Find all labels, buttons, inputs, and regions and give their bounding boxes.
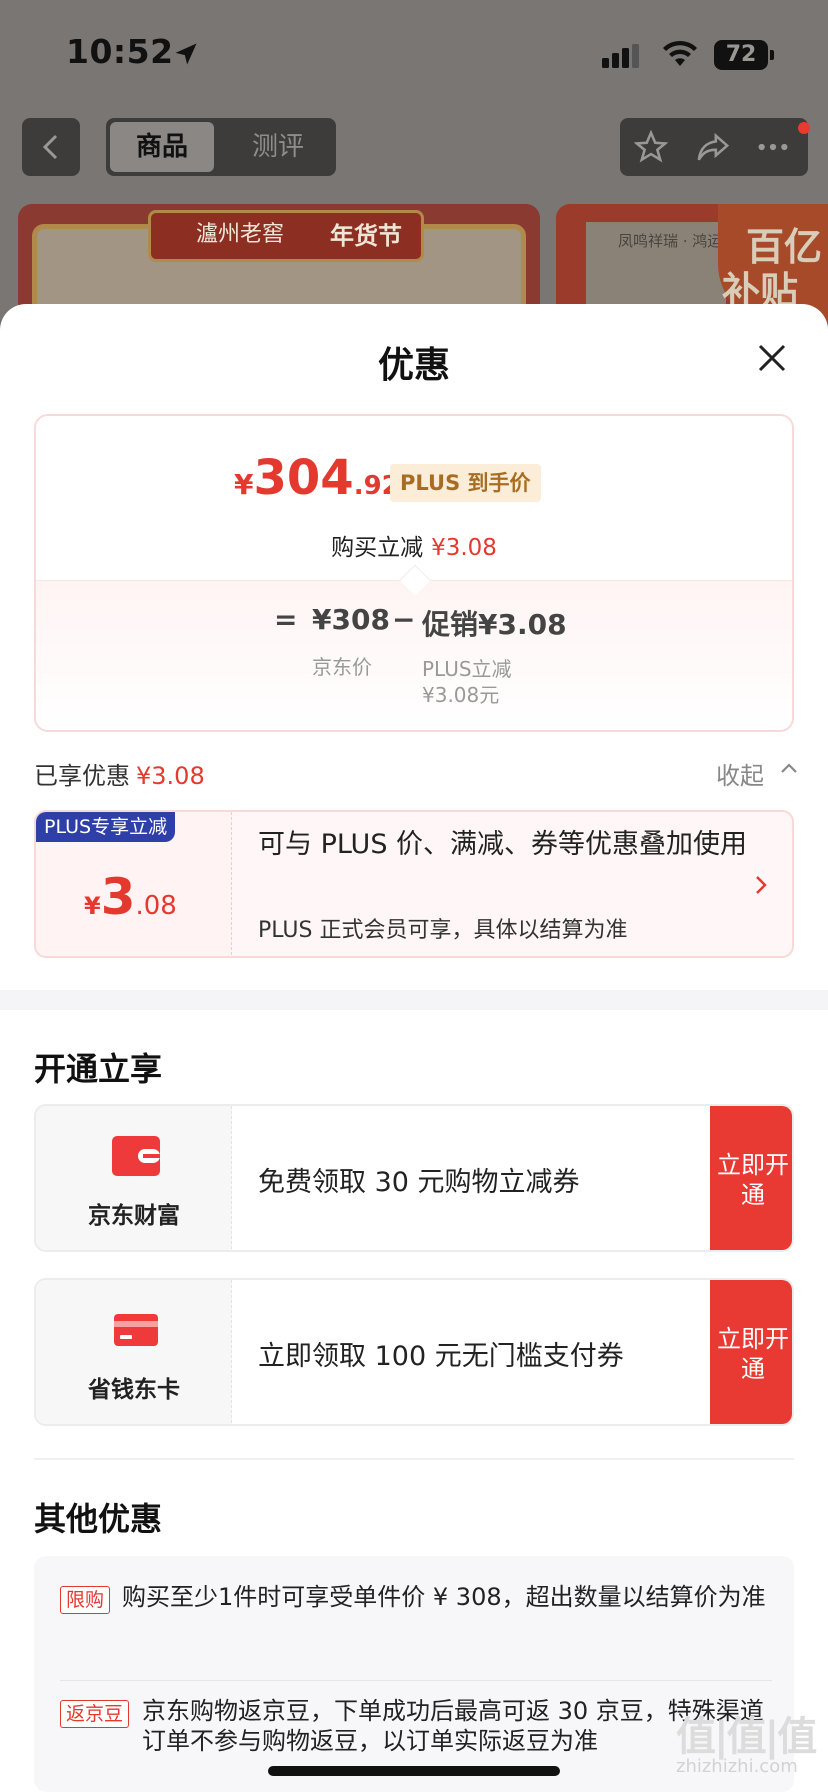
back-button[interactable]: [22, 118, 80, 176]
price-currency: ¥: [234, 468, 254, 501]
offer-tag: 返京豆: [60, 1700, 130, 1728]
section-divider: [0, 990, 828, 1010]
plus-discount-sub: PLUS 正式会员可享，具体以结算为准: [258, 918, 628, 943]
more-icon[interactable]: [756, 130, 790, 164]
tab-review[interactable]: 测评: [226, 122, 330, 172]
open-now-button[interactable]: 立即开通: [710, 1280, 792, 1424]
calc-jd-label: 京东价: [312, 655, 372, 679]
notification-dot: [798, 122, 810, 134]
nav-actions: [620, 118, 808, 176]
calc-equals: =: [274, 603, 298, 636]
buy-minus-label: 购买立减: [331, 535, 424, 561]
share-icon[interactable]: [696, 130, 730, 164]
price-calculation: = ¥308 − 促销¥3.08 京东价 PLUS立减 ¥3.08元: [36, 580, 792, 730]
open-section-title: 开通立享: [34, 1050, 163, 1088]
service-desc: 立即领取 100 元无门槛支付券: [258, 1341, 624, 1372]
tab-switcher: 商品 测评: [106, 118, 336, 176]
calc-plus-amount: ¥3.08元: [422, 683, 500, 707]
offer-row-limit: 限购 购买至少1件时可享受单件价 ¥ 308，超出数量以结算价为准: [60, 1582, 772, 1646]
location-arrow-icon: [175, 43, 197, 65]
chevron-up-icon: [781, 763, 797, 773]
sheet-title: 优惠: [377, 345, 450, 386]
plus-amount-integer: 3: [100, 868, 136, 926]
plus-amount-currency: ¥: [84, 892, 101, 920]
offer-text: 购买至少1件时可享受单件价 ¥ 308，超出数量以结算价为准: [122, 1583, 766, 1611]
calc-minus: −: [392, 603, 416, 636]
chevron-left-icon: [42, 134, 58, 160]
background-page: 10:52 72 商品 测评 瀘州老窖 年货节 凤鸣祥瑞 · 鸿运当 百亿 补贴: [0, 0, 828, 324]
plus-discount-amount: PLUS专享立减 ¥3.08: [36, 812, 232, 956]
watermark: 值|值|值: [676, 1714, 817, 1760]
tab-goods[interactable]: 商品: [110, 122, 214, 172]
calc-plus-label: PLUS立减: [422, 657, 512, 681]
plus-amount: ¥3.08: [84, 868, 177, 926]
offer-row-beans: 返京豆 京东购物返京豆，下单成功后最高可返 30 京豆，特殊渠道订单不参与购物返…: [60, 1696, 772, 1760]
offer-separator: [60, 1680, 772, 1681]
home-indicator[interactable]: [268, 1766, 560, 1776]
enjoyed-label: 已享优惠: [34, 762, 130, 790]
service-card-saving-card[interactable]: 省钱东卡 立即领取 100 元无门槛支付券 立即开通: [34, 1278, 794, 1426]
service-card-jd-wealth[interactable]: 京东财富 免费领取 30 元购物立减券 立即开通: [34, 1104, 794, 1252]
chevron-right-icon: [756, 876, 767, 894]
service-left: 省钱东卡: [36, 1280, 232, 1424]
calc-promo: 促销¥3.08: [422, 608, 567, 641]
battery-indicator: 72: [714, 40, 774, 70]
plus-exclusive-badge: PLUS专享立减: [36, 812, 176, 842]
open-now-button[interactable]: 立即开通: [710, 1106, 792, 1250]
service-name: 省钱东卡: [88, 1377, 180, 1403]
collapse-button[interactable]: 收起: [716, 756, 797, 791]
card-icon: [114, 1314, 158, 1346]
status-time: 10:52: [66, 32, 174, 71]
collapse-label: 收起: [716, 762, 764, 790]
banner-festival: 年货节: [330, 221, 402, 250]
other-section-title: 其他优惠: [34, 1500, 163, 1538]
watermark-domain: zhizhizhi.com: [676, 1756, 798, 1777]
plus-discount-desc: 可与 PLUS 价、满减、券等优惠叠加使用: [258, 829, 748, 860]
service-name: 京东财富: [88, 1203, 180, 1229]
plus-discount-card[interactable]: PLUS专享立减 ¥3.08 可与 PLUS 价、满减、券等优惠叠加使用 PLU…: [34, 810, 794, 958]
divider-line: [34, 1458, 794, 1460]
enjoyed-value: ¥3.08: [136, 762, 205, 790]
plus-amount-decimal: .08: [135, 891, 177, 921]
wifi-icon: [663, 40, 697, 66]
price-breakdown-card: ¥304.92 PLUS 到手价 购买立减 ¥3.08 = ¥308 − 促销¥3…: [34, 414, 794, 732]
wallet-icon: [112, 1136, 160, 1176]
service-desc: 免费领取 30 元购物立减券: [258, 1167, 580, 1198]
offer-tag: 限购: [60, 1586, 111, 1614]
final-price: ¥304.92: [234, 450, 400, 506]
star-icon[interactable]: [634, 130, 668, 164]
service-left: 京东财富: [36, 1106, 232, 1250]
plus-price-tag: PLUS 到手价: [390, 464, 541, 502]
price-integer: 304: [253, 450, 354, 506]
close-icon[interactable]: [754, 340, 790, 376]
cellular-signal-icon: [602, 44, 639, 68]
discount-sheet: 优惠 ¥304.92 PLUS 到手价 购买立减 ¥3.08 = ¥308 − 促…: [0, 304, 828, 1792]
buy-minus-line: 购买立减 ¥3.08: [36, 528, 792, 562]
enjoyed-discount: 已享优惠 ¥3.08: [34, 756, 205, 791]
calc-jd-price: ¥308: [312, 603, 390, 636]
banner-brand: 瀘州老窖: [196, 222, 285, 247]
buy-minus-value: ¥3.08: [431, 535, 497, 561]
status-bar: 10:52 72: [0, 0, 828, 100]
price-summary: ¥304.92 PLUS 到手价 购买立减 ¥3.08: [36, 416, 792, 580]
